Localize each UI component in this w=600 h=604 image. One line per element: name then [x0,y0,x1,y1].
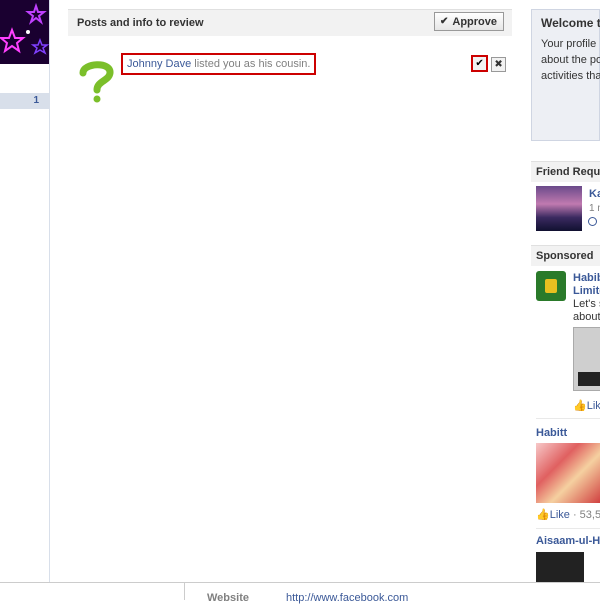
habitt-like-button[interactable]: 👍Like [536,509,570,521]
habitt-ad-image[interactable] [536,443,600,503]
website-link[interactable]: http://www.facebook.com [286,592,408,604]
aisaam-page-name[interactable]: Aisaam-ul-H [536,535,600,547]
reject-button[interactable]: ✖ [491,57,506,72]
friend-requests-title: Friend Reque [536,166,600,178]
checkmark-icon: ✔ [439,16,449,27]
review-item-description: listed you as his cousin. [191,58,311,70]
review-panel: Posts and info to review ✔ Approve Johnn… [68,9,512,103]
aisaam-ad-image[interactable] [536,552,584,582]
accept-button[interactable]: ✔ [471,55,488,72]
sponsored-header: Sponsored [531,245,600,266]
right-sidebar: Welcome t Your profile about the po acti… [531,0,600,582]
left-nav-count-row[interactable]: 1 [0,93,49,109]
profile-picture[interactable] [0,0,49,64]
ad-text: about [573,311,600,323]
habitt-page-name[interactable]: Habitt [536,427,567,439]
review-title: Posts and info to review [77,17,204,29]
thumbs-up-icon: 👍 [573,400,587,412]
welcome-box: Welcome t Your profile about the po acti… [531,9,600,141]
sponsored-title: Sponsored [536,250,594,262]
ad-title[interactable]: Limite [573,285,600,297]
approve-button[interactable]: ✔ Approve [433,12,504,31]
friend-request-mutual: 1 m [589,203,600,214]
count-badge: 1 [33,95,39,106]
divider [536,528,600,529]
bottom-divider [184,583,185,600]
welcome-line: Your profile [541,38,597,50]
ad-title[interactable]: Habib [573,272,600,284]
close-icon: ✖ [494,59,503,70]
ad-video-thumbnail[interactable] [573,327,600,391]
welcome-line: activities tha [541,70,600,82]
thumbs-up-icon: 👍 [536,509,550,521]
ad-text: Let's s [573,298,600,310]
friend-name-link[interactable]: Johnny Dave [127,58,191,70]
ad-like-label: Lik [586,400,600,412]
friend-request-name[interactable]: Ka [589,188,600,200]
habitt-like-label: Like [549,509,570,521]
left-column: 1 [0,0,50,582]
check-icon: ✔ [475,58,484,69]
question-mark-icon [79,61,114,103]
play-icon [578,372,600,386]
review-item: Johnny Dave listed you as his cousin. ✔ … [68,52,512,112]
star-pattern-icon [0,0,49,64]
ad-like-button[interactable]: 👍Lik [573,399,600,412]
friend-request-photo[interactable] [536,186,582,231]
bank-logo-icon[interactable] [536,271,566,301]
website-label: Website [207,592,249,604]
friend-requests-header: Friend Reque [531,161,600,182]
habitt-like-count: · 53,58 [572,509,600,521]
bottom-border [0,582,600,583]
habitt-like-row: 👍Like · 53,58 [536,508,600,521]
review-header: Posts and info to review ✔ Approve [68,9,512,36]
approve-label: Approve [452,15,497,28]
welcome-title: Welcome t [541,16,600,30]
mutual-friends-icon [588,217,597,226]
welcome-line: about the po [541,54,600,66]
divider [536,418,600,419]
review-item-text: Johnny Dave listed you as his cousin. [121,53,317,75]
